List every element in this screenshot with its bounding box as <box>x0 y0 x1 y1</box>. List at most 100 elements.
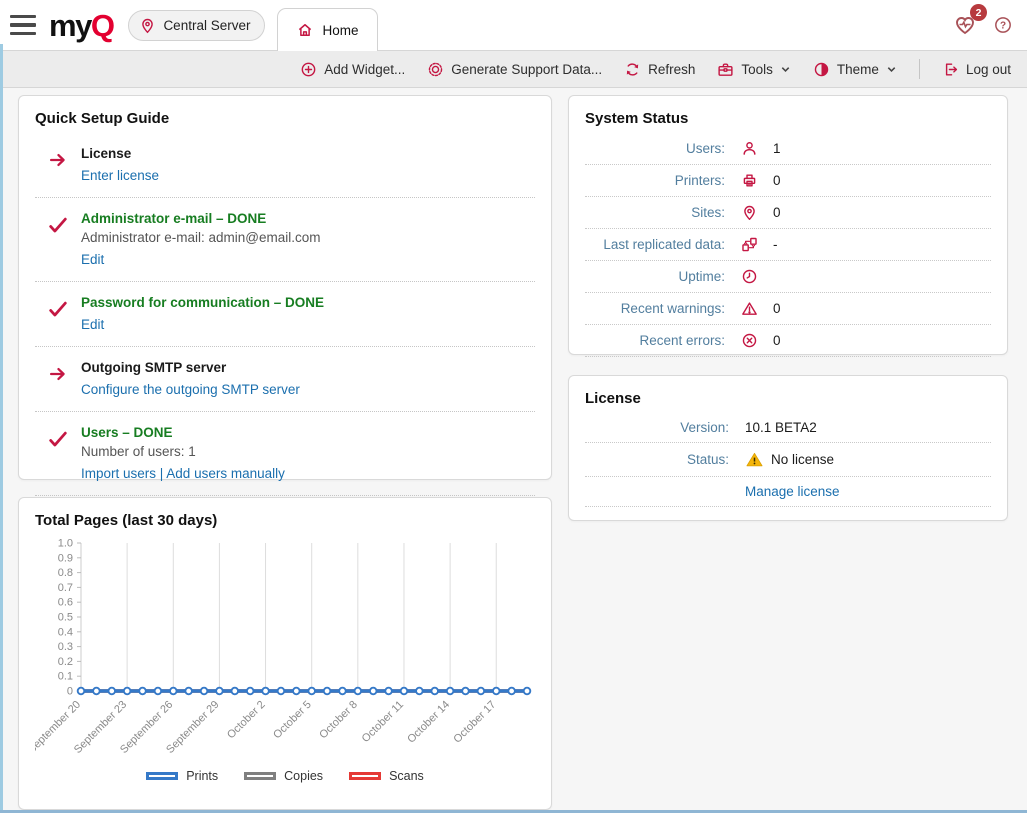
data-point <box>478 688 485 695</box>
quick-setup-item: License Enter license <box>35 133 535 198</box>
data-point <box>355 688 362 695</box>
dashboard-content: Quick Setup Guide License Enter license Ad… <box>0 88 1027 813</box>
y-axis-tick-label: 1.0 <box>58 538 73 550</box>
chart-svg: 1.00.90.80.70.60.50.40.30.20.10September… <box>35 535 535 767</box>
legend-label: Copies <box>284 769 323 783</box>
done-check-icon <box>47 214 69 236</box>
toolbar-add-widget-button[interactable]: Add Widget... <box>300 61 405 78</box>
data-point <box>401 688 408 695</box>
status-row: Printers:0 <box>585 165 991 197</box>
license-version-label: Version: <box>585 420 729 435</box>
manage-license-link[interactable]: Manage license <box>745 484 991 499</box>
topbar-right-icons: 2 ? <box>953 13 1013 37</box>
quick-setup-link[interactable]: Add users manually <box>166 466 285 481</box>
quick-setup-link[interactable]: Edit <box>81 317 104 332</box>
toolbar-button-label: Log out <box>966 62 1011 77</box>
notification-badge: 2 <box>970 4 987 21</box>
toolbar-generate-support-data-button[interactable]: Generate Support Data... <box>427 61 602 78</box>
logo-text-q: Q <box>91 8 114 43</box>
system-health-button[interactable]: 2 <box>953 13 977 37</box>
printer-icon <box>741 172 758 189</box>
y-axis-tick-label: 0.4 <box>58 626 73 638</box>
legend-item-copies: Copies <box>244 769 323 783</box>
myq-admin-page: myQ Central Server Home 2 ? Add Widget..… <box>0 0 1027 813</box>
data-point <box>262 688 269 695</box>
status-row-value: 1 <box>773 141 991 156</box>
license-status-row: Status: No license <box>585 443 991 477</box>
toolbar-log-out-button[interactable]: Log out <box>942 61 1011 78</box>
status-row-value: 0 <box>773 205 991 220</box>
plus-circle-icon <box>300 61 317 78</box>
menu-hamburger-icon[interactable] <box>10 15 36 35</box>
location-pin-icon <box>139 17 156 34</box>
toolbar-button-label: Tools <box>741 62 773 77</box>
central-server-button[interactable]: Central Server <box>128 10 265 41</box>
status-row: Recent errors:0 <box>585 325 991 357</box>
data-point <box>493 688 500 695</box>
quick-setup-guide-panel: Quick Setup Guide License Enter license Ad… <box>18 95 552 480</box>
quick-setup-link[interactable]: Edit <box>81 252 104 267</box>
logo-text-my: my <box>49 8 91 43</box>
status-row-value: 0 <box>773 173 991 188</box>
license-version-row: Version: 10.1 BETA2 <box>585 413 991 443</box>
data-point <box>385 688 392 695</box>
x-axis-tick-label: October 17 <box>451 699 498 746</box>
top-bar: myQ Central Server Home 2 ? <box>0 0 1027 50</box>
data-point <box>308 688 315 695</box>
status-row-label: Sites: <box>585 205 725 220</box>
data-point <box>416 688 423 695</box>
quick-setup-item-links: Edit <box>81 317 535 332</box>
quick-setup-item-subtitle: Administrator e-mail: admin@email.com <box>81 230 535 245</box>
y-axis-tick-label: 0.7 <box>58 582 73 594</box>
y-axis-tick-label: 0.2 <box>58 656 73 668</box>
x-axis-tick-label: October 5 <box>271 699 314 742</box>
y-axis-tick-label: 0.3 <box>58 641 73 653</box>
toolbar-theme-button[interactable]: Theme <box>813 61 897 78</box>
data-point <box>185 688 192 695</box>
y-axis-tick-label: 0.9 <box>58 552 73 564</box>
quick-setup-item-links: Configure the outgoing SMTP server <box>81 382 535 397</box>
quick-setup-item-links: Import users | Add users manually <box>81 466 535 481</box>
chevron-down-icon <box>886 64 897 75</box>
central-server-label: Central Server <box>163 18 250 33</box>
theme-icon <box>813 61 830 78</box>
warning-icon <box>741 300 758 317</box>
toolbar-divider <box>919 59 920 79</box>
data-point <box>447 688 454 695</box>
quick-setup-guide-title: Quick Setup Guide <box>35 110 535 127</box>
status-row: Last replicated data:- <box>585 229 991 261</box>
data-point <box>78 688 85 695</box>
data-point <box>231 688 238 695</box>
quick-setup-link[interactable]: Import users <box>81 466 156 481</box>
legend-swatch <box>244 772 276 780</box>
y-axis-tick-label: 0.1 <box>58 671 73 683</box>
legend-label: Prints <box>186 769 218 783</box>
data-point <box>124 688 131 695</box>
total-pages-panel: Total Pages (last 30 days) 1.00.90.80.70… <box>18 497 552 810</box>
system-status-rows: Users:1Printers:0Sites:0Last replicated … <box>585 133 991 357</box>
toolbar-tools-button[interactable]: Tools <box>717 61 791 78</box>
quick-setup-link[interactable]: Enter license <box>81 168 159 183</box>
clock-icon <box>741 268 758 285</box>
window-edge-left <box>0 44 3 813</box>
data-point <box>216 688 223 695</box>
license-title: License <box>585 390 991 407</box>
status-row-label: Uptime: <box>585 269 725 284</box>
toolbar-refresh-button[interactable]: Refresh <box>624 61 695 78</box>
license-status-label: Status: <box>585 452 729 467</box>
data-point <box>370 688 377 695</box>
status-row-value: 0 <box>773 301 991 316</box>
toolbar-button-label: Add Widget... <box>324 62 405 77</box>
license-manage-row: Manage license <box>585 477 991 507</box>
quick-setup-item-title: Users – DONE <box>81 425 535 440</box>
tab-home[interactable]: Home <box>277 8 377 51</box>
quick-setup-link[interactable]: Configure the outgoing SMTP server <box>81 382 300 397</box>
done-check-icon <box>47 428 69 450</box>
data-point <box>139 688 146 695</box>
quick-setup-item-title: License <box>81 146 535 161</box>
data-point <box>93 688 100 695</box>
x-axis-tick-label: October 14 <box>405 699 452 746</box>
help-button[interactable]: ? <box>993 15 1013 35</box>
toolbar-button-label: Refresh <box>648 62 695 77</box>
myq-logo: myQ <box>49 10 113 41</box>
